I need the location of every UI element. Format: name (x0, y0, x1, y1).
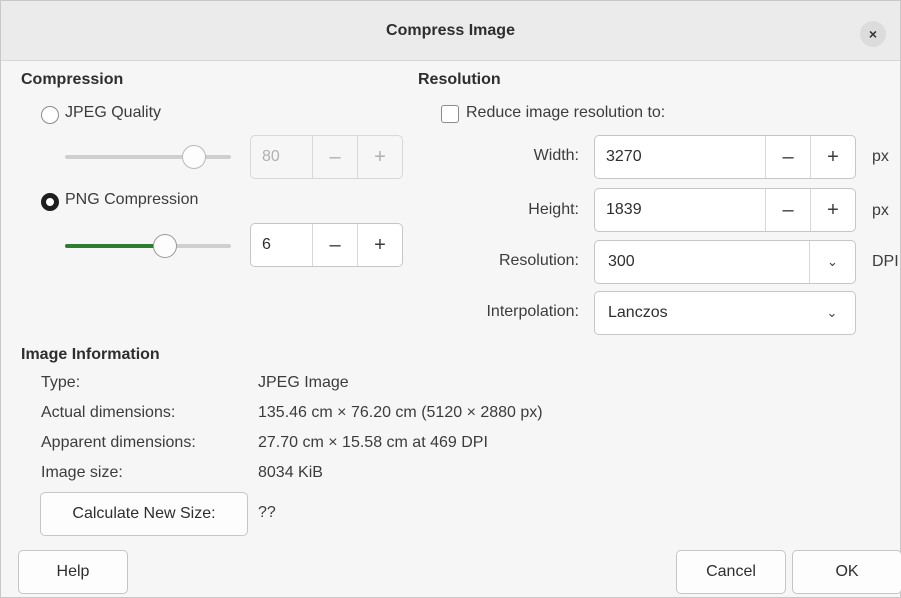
close-button[interactable]: × (860, 21, 886, 47)
height-spinner[interactable]: 1839 – + (594, 188, 856, 232)
interpolation-dropdown[interactable]: Lanczos ⌄ (594, 291, 856, 335)
png-slider-fill (65, 244, 163, 248)
cancel-button[interactable]: Cancel (676, 550, 786, 594)
calculate-new-size-button[interactable]: Calculate New Size: (40, 492, 248, 536)
width-spinner[interactable]: 3270 – + (594, 135, 856, 179)
reduce-resolution-label: Reduce image resolution to: (466, 104, 666, 121)
ok-button[interactable]: OK (792, 550, 901, 594)
dialog-title: Compress Image (386, 22, 515, 39)
resolution-heading: Resolution (418, 71, 501, 88)
height-unit: px (872, 202, 889, 219)
actual-dimensions-label: Actual dimensions: (41, 404, 176, 421)
png-compression-value[interactable]: 6 (251, 224, 312, 266)
type-value: JPEG Image (258, 374, 349, 391)
image-size-label: Image size: (41, 464, 123, 481)
image-information-heading: Image Information (21, 346, 160, 363)
jpeg-quality-spinner: 80 – + (250, 135, 403, 179)
jpeg-quality-value: 80 (262, 148, 280, 165)
jpeg-slider-knob[interactable] (182, 145, 206, 169)
jpeg-quality-radio[interactable] (41, 106, 59, 124)
jpeg-increment-button: + (357, 136, 402, 178)
png-compression-radio[interactable] (41, 193, 59, 211)
image-size-value: 8034 KiB (258, 464, 323, 481)
resolution-unit: DPI (872, 253, 899, 270)
apparent-dimensions-label: Apparent dimensions: (41, 434, 196, 451)
png-compression-spinner[interactable]: 6 – + (250, 223, 403, 267)
height-value[interactable]: 1839 (595, 189, 765, 231)
resolution-value[interactable]: 300 (595, 241, 809, 283)
png-decrement-button[interactable]: – (312, 224, 357, 266)
png-slider-knob[interactable] (153, 234, 177, 258)
height-increment-button[interactable]: + (810, 189, 855, 231)
compression-heading: Compression (21, 71, 124, 88)
png-compression-label: PNG Compression (65, 191, 199, 208)
calculated-size-value: ?? (258, 504, 276, 521)
help-button[interactable]: Help (18, 550, 128, 594)
png-increment-button[interactable]: + (357, 224, 402, 266)
apparent-dimensions-value: 27.70 cm × 15.58 cm at 469 DPI (258, 434, 488, 451)
chevron-down-icon[interactable]: ⌄ (809, 292, 855, 334)
width-label: Width: (533, 147, 579, 164)
width-value[interactable]: 3270 (595, 136, 765, 178)
type-label: Type: (41, 374, 81, 391)
interpolation-label: Interpolation: (486, 303, 579, 320)
title-bar: Compress Image × (1, 1, 900, 61)
jpeg-slider-track (65, 155, 231, 159)
height-decrement-button[interactable]: – (765, 189, 810, 231)
jpeg-decrement-button: – (312, 136, 357, 178)
resolution-label: Resolution: (498, 252, 579, 269)
compress-image-dialog: Compress Image × Compression JPEG Qualit… (0, 0, 901, 598)
chevron-down-icon[interactable]: ⌄ (809, 241, 855, 283)
width-increment-button[interactable]: + (810, 136, 855, 178)
actual-dimensions-value: 135.46 cm × 76.20 cm (5120 × 2880 px) (258, 404, 543, 421)
close-icon: × (868, 26, 878, 42)
width-decrement-button[interactable]: – (765, 136, 810, 178)
height-label: Height: (528, 201, 579, 218)
reduce-resolution-checkbox[interactable] (441, 105, 459, 123)
width-unit: px (872, 148, 889, 165)
resolution-combobox[interactable]: 300 ⌄ (594, 240, 856, 284)
interpolation-value[interactable]: Lanczos (595, 292, 809, 334)
jpeg-quality-label: JPEG Quality (65, 104, 162, 121)
